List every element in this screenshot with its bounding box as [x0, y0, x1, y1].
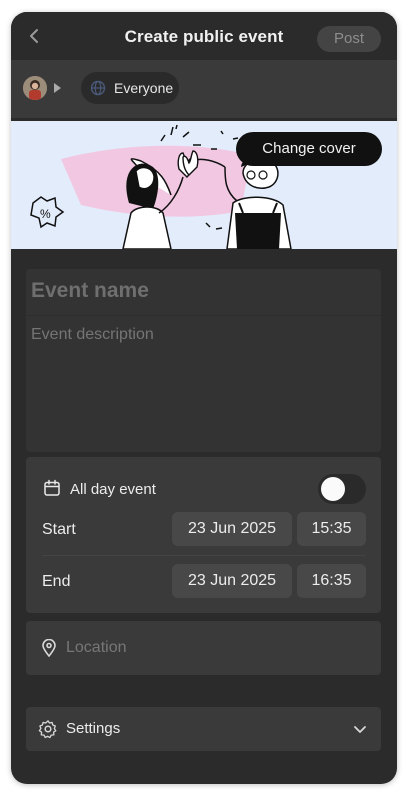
expand-caret-icon[interactable]: [54, 83, 61, 93]
all-day-label: All day event: [70, 481, 156, 498]
start-time-picker[interactable]: 15:35: [297, 512, 366, 546]
globe-icon: [90, 80, 106, 96]
all-day-toggle[interactable]: [318, 474, 366, 504]
event-time-section: All day event Start 23 Jun 2025 15:35 En…: [26, 457, 381, 613]
toggle-knob: [321, 477, 345, 501]
settings-label: Settings: [66, 720, 121, 737]
start-label: Start: [42, 521, 76, 538]
event-description-input[interactable]: Event description: [31, 326, 154, 344]
header: Create public event Post: [11, 12, 397, 60]
divider: [42, 555, 365, 556]
end-date-picker[interactable]: 23 Jun 2025: [172, 564, 292, 598]
map-pin-icon: [42, 639, 56, 657]
chevron-down-icon[interactable]: [353, 722, 367, 736]
settings-row[interactable]: Settings: [26, 707, 381, 751]
post-button[interactable]: Post: [317, 26, 381, 52]
location-field[interactable]: Location: [26, 621, 381, 675]
location-input[interactable]: Location: [66, 639, 127, 657]
calendar-icon: [44, 479, 60, 496]
end-time-picker[interactable]: 16:35: [297, 564, 366, 598]
cover-image: % Change cover: [11, 121, 397, 249]
audience-selector[interactable]: Everyone: [81, 72, 179, 104]
svg-text:%: %: [40, 207, 51, 221]
create-event-screen: Create public event Post Everyone % Chan…: [11, 12, 397, 784]
avatar[interactable]: [23, 76, 47, 100]
gear-icon: [38, 720, 57, 739]
divider: [26, 315, 381, 316]
change-cover-button[interactable]: Change cover: [236, 132, 382, 166]
event-name-input[interactable]: Event name: [31, 279, 149, 303]
audience-label: Everyone: [114, 80, 174, 96]
start-date-picker[interactable]: 23 Jun 2025: [172, 512, 292, 546]
event-details: Event name Event description: [26, 269, 381, 452]
end-label: End: [42, 573, 71, 590]
audience-bar: Everyone: [11, 60, 397, 118]
